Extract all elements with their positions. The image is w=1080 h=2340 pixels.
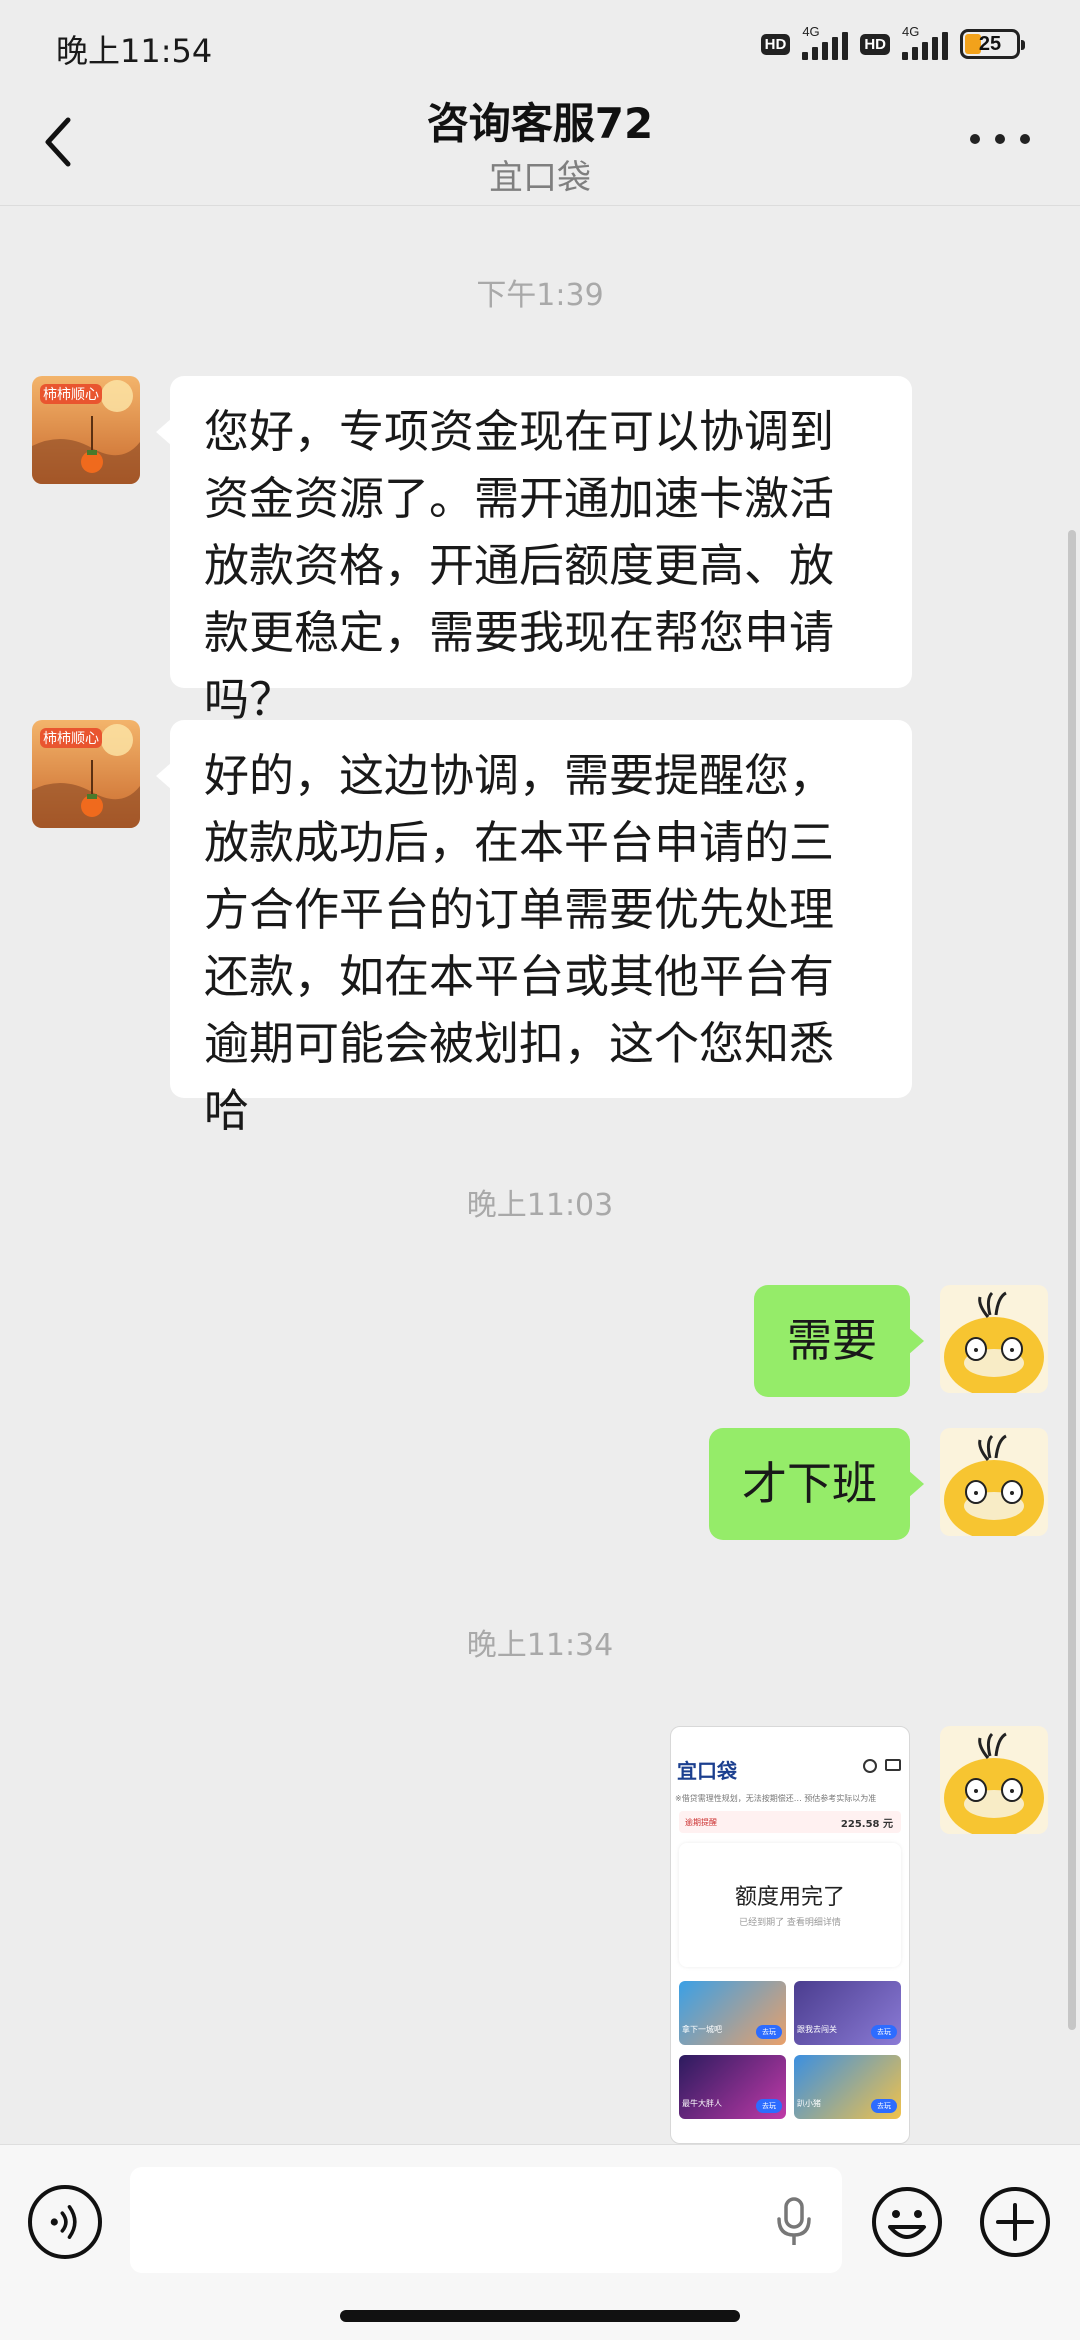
service-avatar[interactable]: 柿柿顺心 <box>32 376 140 484</box>
screenshot-game-card: 趴小猪 去玩 <box>794 2055 901 2119</box>
hd-badge: HD <box>760 33 791 55</box>
screenshot-quota-card: 额度用完了 已经到期了 查看明细详情 <box>679 1843 901 1967</box>
incoming-message[interactable]: 好的，这边协调，需要提醒您，放款成功后，在本平台申请的三方合作平台的订单需要优先… <box>156 720 912 1137</box>
status-icons: HD 4G HD 4G 25 <box>760 24 1025 60</box>
svg-text:柿柿顺心: 柿柿顺心 <box>43 386 99 403</box>
service-avatar[interactable]: 柿柿顺心 <box>32 720 140 828</box>
message-timestamp: 下午1:39 <box>476 278 604 313</box>
battery-icon: 25 <box>960 29 1025 59</box>
signal-icon: 4G <box>902 24 948 60</box>
chat-header: 咨询客服72 宜口袋 <box>0 90 1080 206</box>
message-icon <box>885 1759 901 1771</box>
screenshot-app-title: 宜口袋 <box>677 1759 737 1783</box>
add-attachment-icon[interactable] <box>978 2185 1052 2259</box>
screenshot-tip-bar: 逾期提醒 225.58 元 <box>679 1811 901 1833</box>
screenshot-notice: ※借贷需理性规划，无法按期偿还… 预估参考实际以为准 <box>675 1794 877 1803</box>
voice-input-icon[interactable] <box>28 2185 102 2259</box>
status-bar: 晚上11:54 HD 4G HD 4G 25 <box>0 0 1080 90</box>
screenshot-game-card: 跟我去闯关 去玩 <box>794 1981 901 2045</box>
image-message[interactable]: 宜口袋 ※借贷需理性规划，无法按期偿还… 预估参考实际以为准 逾期提醒 225.… <box>670 1726 910 2144</box>
outgoing-message[interactable]: 才下班 <box>708 1428 925 1540</box>
signal-icon: 4G <box>802 24 849 60</box>
message-timestamp: 晚上11:34 <box>466 1628 614 1663</box>
headset-icon <box>863 1759 877 1773</box>
status-time: 晚上11:54 <box>56 32 213 70</box>
user-avatar[interactable] <box>940 1726 1048 1834</box>
screenshot-game-card: 拿下一城吧 去玩 <box>679 1981 786 2045</box>
svg-text:柿柿顺心: 柿柿顺心 <box>43 730 99 747</box>
chat-subtitle: 宜口袋 <box>489 158 591 198</box>
user-avatar[interactable] <box>940 1285 1048 1393</box>
message-timestamp: 晚上11:03 <box>466 1188 614 1223</box>
hd-badge: HD <box>860 33 890 55</box>
user-avatar[interactable] <box>940 1428 1048 1536</box>
incoming-message[interactable]: 您好，专项资金现在可以协调到资金资源了。需开通加速卡激活放款资格，开通后额度更高… <box>156 376 912 726</box>
screenshot-game-card: 最牛大胖人 去玩 <box>679 2055 786 2119</box>
screenshot-game-grid: 拿下一城吧 去玩 跟我去闯关 去玩 最牛大胖人 去玩 趴小猪 去玩 <box>679 1981 901 2119</box>
microphone-icon[interactable] <box>774 2195 814 2247</box>
home-indicator[interactable] <box>340 2310 740 2322</box>
message-input[interactable] <box>130 2167 842 2273</box>
more-options-icon[interactable] <box>970 134 1030 150</box>
chat-title: 咨询客服72 <box>426 99 654 148</box>
scrollbar[interactable] <box>1068 530 1076 2030</box>
emoji-icon[interactable] <box>870 2185 944 2259</box>
outgoing-message[interactable]: 需要 <box>753 1285 925 1397</box>
